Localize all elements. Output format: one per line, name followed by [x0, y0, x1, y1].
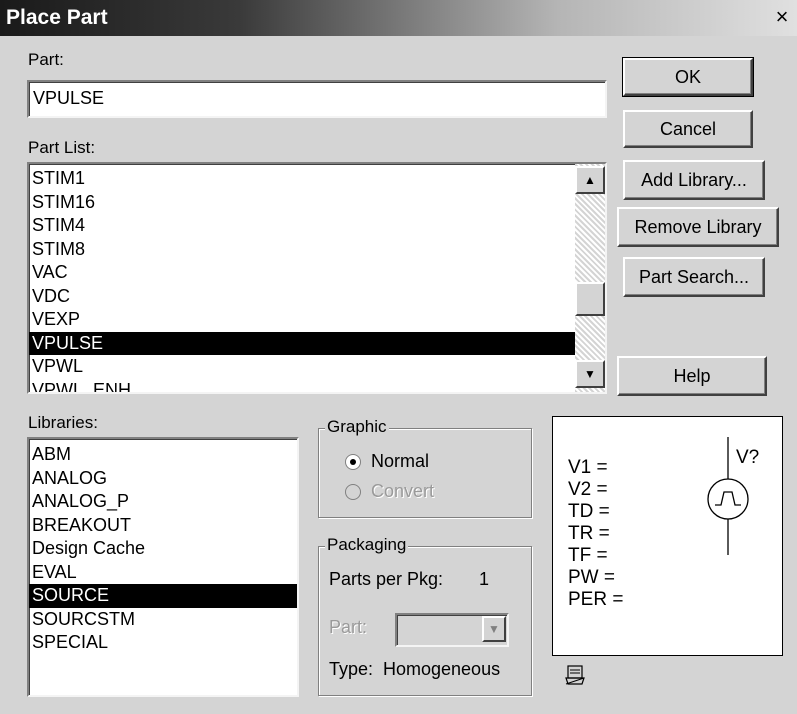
packaging-legend: Packaging — [325, 535, 409, 555]
scroll-thumb[interactable] — [575, 282, 605, 316]
preview-param: PER = — [568, 589, 624, 610]
title-bar: Place Part × — [0, 0, 797, 36]
list-item[interactable]: VDC — [29, 285, 575, 309]
part-input-value: VPULSE — [33, 88, 105, 108]
list-item[interactable]: ANALOG_P — [29, 490, 297, 514]
list-item[interactable]: VPULSE — [29, 331, 575, 355]
list-item[interactable]: VEXP — [29, 308, 575, 332]
parts-per-pkg-label: Parts per Pkg: — [329, 569, 444, 589]
type-label: Type: — [329, 659, 374, 679]
add-library-button[interactable]: Add Library... — [623, 160, 765, 200]
list-item[interactable]: STIM1 — [29, 167, 575, 191]
list-item[interactable]: ABM — [29, 443, 297, 467]
part-search-button[interactable]: Part Search... — [623, 257, 765, 297]
cancel-button[interactable]: Cancel — [623, 110, 753, 148]
preview-param: TD = — [568, 501, 610, 522]
parts-per-pkg-value: 1 — [479, 569, 490, 589]
part-status-icon — [565, 665, 585, 685]
libraries-label: Libraries: — [28, 413, 98, 432]
list-item[interactable]: STIM8 — [29, 238, 575, 262]
graphic-legend: Graphic — [325, 417, 389, 437]
help-button[interactable]: Help — [617, 356, 767, 396]
scroll-up-icon[interactable]: ▲ — [575, 166, 605, 194]
list-item[interactable]: SOURCE — [29, 584, 297, 608]
close-icon[interactable]: × — [771, 6, 793, 28]
libraries-list[interactable]: ABM ANALOG ANALOG_P BREAKOUT Design Cache EVA… — [27, 437, 299, 697]
window-title: Place Part — [6, 6, 108, 29]
part-list[interactable]: STIM1 STIM16 STIM4 STIM8 VAC VDC VEXP VPULSE VPW… — [27, 162, 607, 394]
list-item[interactable]: VPWL — [29, 355, 575, 379]
part-list-scrollbar[interactable]: ▲ ▼ — [575, 164, 605, 392]
list-item[interactable]: SOURCSTM — [29, 608, 297, 632]
list-item[interactable]: VAC — [29, 261, 575, 285]
graphic-group: Graphic Normal Convert — [318, 417, 532, 518]
part-input[interactable]: VPULSE — [27, 80, 607, 118]
part-list-label: Part List: — [28, 138, 96, 157]
list-item[interactable]: ANALOG — [29, 467, 297, 491]
packaging-part-dropdown: ▼ — [395, 613, 509, 647]
list-item[interactable]: SPECIAL — [29, 631, 297, 655]
normal-radio-label: Normal — [371, 451, 430, 471]
remove-library-button[interactable]: Remove Library — [617, 207, 779, 247]
preview-param: TF = — [568, 545, 608, 566]
list-item[interactable]: EVAL — [29, 561, 297, 585]
ok-button[interactable]: OK — [622, 57, 754, 97]
ref-designator: V? — [736, 447, 760, 468]
dropdown-arrow-icon: ▼ — [482, 616, 506, 642]
preview-param: PW = — [568, 567, 615, 588]
type-value: Homogeneous — [383, 659, 501, 679]
convert-radio — [345, 484, 361, 500]
preview-param: TR = — [568, 523, 610, 544]
packaging-group: Packaging Parts per Pkg: 1 Part: ▼ Type:… — [318, 535, 532, 696]
list-item[interactable]: STIM16 — [29, 191, 575, 215]
list-item[interactable]: Design Cache — [29, 537, 297, 561]
list-item[interactable]: VPWL_ENH — [29, 379, 575, 393]
part-preview: V1 = V2 = TD = TR = TF = PW = PER = V? — [552, 416, 783, 656]
preview-param: V1 = — [568, 457, 608, 478]
scroll-down-icon[interactable]: ▼ — [575, 360, 605, 388]
part-label: Part: — [28, 50, 64, 69]
preview-param: V2 = — [568, 479, 608, 500]
list-item[interactable]: BREAKOUT — [29, 514, 297, 538]
normal-radio[interactable] — [345, 454, 361, 470]
packaging-part-label: Part: — [329, 617, 368, 637]
convert-radio-label: Convert — [371, 481, 435, 501]
list-item[interactable]: STIM4 — [29, 214, 575, 238]
